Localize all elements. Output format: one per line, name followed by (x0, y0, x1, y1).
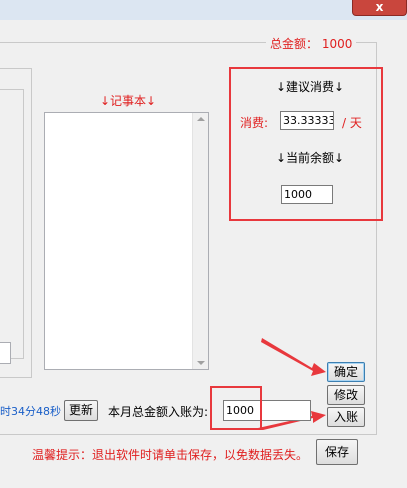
modify-button[interactable]: 修改 (327, 385, 365, 405)
close-button[interactable]: x (352, 0, 407, 16)
left-input-field[interactable] (0, 342, 11, 364)
suggestion-title: ↓建议消费↓ (275, 80, 345, 94)
notes-scrollbar[interactable] (192, 113, 208, 369)
notes-title: ↓记事本↓ (100, 94, 157, 108)
left-panel (0, 68, 32, 378)
balance-input[interactable]: 1000 (281, 185, 333, 204)
scroll-up-icon[interactable] (197, 117, 205, 121)
warning-tip: 温馨提示：退出软件时请单击保存，以免数据丢失。 (32, 448, 309, 462)
consume-input[interactable]: 33.333333 (280, 111, 334, 130)
left-panel-inner (0, 89, 24, 359)
consume-label: 消费: (240, 116, 269, 130)
balance-title: ↓当前余额↓ (275, 151, 345, 165)
per-day-label: / 天 (342, 116, 362, 130)
arrow-to-confirm-icon (261, 338, 326, 376)
total-amount-label: 总金额： 1000 (266, 35, 357, 52)
month-total-label: 本月总金额入账为: (108, 405, 209, 419)
update-button[interactable]: 更新 (64, 400, 98, 421)
save-button[interactable]: 保存 (316, 439, 358, 465)
month-input-highlight-box (210, 386, 262, 430)
window-title-bar (0, 0, 407, 20)
deposit-button[interactable]: 入账 (327, 407, 365, 427)
time-display: 时34分48秒 (0, 405, 61, 418)
confirm-button[interactable]: 确定 (327, 362, 365, 382)
scroll-down-icon[interactable] (197, 361, 205, 365)
notes-textarea[interactable] (44, 112, 209, 370)
